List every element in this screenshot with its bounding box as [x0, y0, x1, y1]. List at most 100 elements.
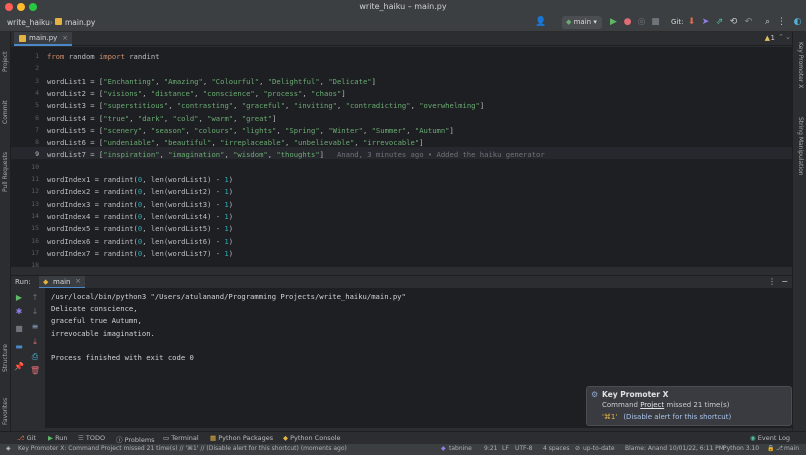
line-number[interactable]: 13	[13, 200, 39, 208]
git-blame[interactable]: Blame: Anand 10/01/22, 6:11 PM	[625, 445, 724, 452]
line-separator[interactable]: LF	[502, 445, 509, 452]
code-line[interactable]: wordIndex2 = randint(0, len(wordList2) -…	[47, 186, 233, 198]
string-manipulation-tool-tab[interactable]: String Manipulation	[797, 117, 804, 176]
code-line[interactable]: wordList1 = ["Enchanting", "Amazing", "C…	[47, 76, 376, 88]
scroll-up-icon[interactable]: ↑	[30, 293, 40, 303]
tab-main-py[interactable]: main.py ×	[14, 32, 72, 46]
add-user-icon[interactable]: 👤	[535, 17, 546, 28]
code-line[interactable]: wordList4 = ["true", "dark", "cold", "wa…	[47, 113, 276, 125]
line-number[interactable]: 4	[13, 89, 39, 97]
soft-wrap-icon[interactable]: ≡	[30, 322, 40, 332]
history-icon[interactable]: ⟲	[728, 17, 739, 28]
coverage-icon[interactable]: ◎	[636, 17, 647, 28]
line-number[interactable]: 7	[13, 126, 39, 134]
code-line[interactable]: wordList3 = ["superstitious", "contrasti…	[47, 100, 484, 112]
line-number[interactable]: 12	[13, 187, 39, 195]
previous-highlight-icon[interactable]: ⌃	[778, 33, 784, 41]
close-run-tab-icon[interactable]: ×	[75, 277, 81, 285]
pull-requests-tool-tab[interactable]: Pull Requests	[2, 152, 9, 192]
warning-icon[interactable]: ▲	[765, 34, 770, 42]
file-encoding[interactable]: UTF-8	[515, 445, 533, 452]
line-number[interactable]: 3	[13, 77, 39, 85]
commit-tool-tab[interactable]: Commit	[2, 100, 9, 124]
key-promoter-tool-tab[interactable]: Key Promoter X	[797, 42, 804, 88]
code-line[interactable]: wordIndex7 = randint(0, len(wordList7) -…	[47, 248, 233, 260]
stop-icon[interactable]: ■	[650, 17, 661, 28]
run-settings-icon[interactable]: ✱	[14, 307, 24, 317]
debug-icon[interactable]: ●	[622, 17, 633, 28]
line-number[interactable]: 11	[13, 175, 39, 183]
print-icon[interactable]: ⎙	[30, 352, 40, 362]
line-number[interactable]: 10	[13, 163, 39, 171]
git-update-icon[interactable]: ⬇	[686, 17, 697, 28]
code-line[interactable]: wordIndex3 = randint(0, len(wordList3) -…	[47, 199, 233, 211]
line-number[interactable]: 14	[13, 212, 39, 220]
python-interpreter[interactable]: Python 3.10	[723, 445, 759, 452]
layout-icon[interactable]: ▬	[14, 342, 24, 352]
code-line[interactable]: wordList2 = ["visions", "distance", "con…	[47, 88, 346, 100]
tool-tab-python-packages[interactable]: ▦ Python Packages	[210, 434, 273, 442]
minimize-window-button[interactable]	[17, 3, 25, 11]
code-line[interactable]: wordIndex4 = randint(0, len(wordList4) -…	[47, 211, 233, 223]
tool-tab-terminal[interactable]: ▭ Terminal	[163, 434, 199, 442]
search-icon[interactable]: ⌕	[762, 17, 773, 28]
vcs-status[interactable]: up-to-date	[583, 445, 615, 452]
rerun-icon[interactable]: ▶	[14, 293, 24, 303]
line-number[interactable]: 17	[13, 249, 39, 257]
rollback-icon[interactable]: ↶	[743, 17, 754, 28]
code-line[interactable]: wordIndex5 = randint(0, len(wordList5) -…	[47, 223, 233, 235]
tool-tab-git[interactable]: ⎇ Git	[17, 434, 36, 442]
line-number[interactable]: 18	[13, 261, 39, 267]
line-number[interactable]: 6	[13, 114, 39, 122]
run-config-selector[interactable]: ◆ main ▾	[562, 16, 602, 29]
project-link[interactable]: Project	[640, 401, 664, 409]
layers-icon[interactable]: ◈	[6, 445, 11, 452]
tabnine-status[interactable]: tabnine	[449, 445, 472, 452]
settings-icon[interactable]: ⋮	[776, 17, 787, 28]
git-commit-icon[interactable]: ➤	[700, 17, 711, 28]
stop-run-icon[interactable]: ■	[14, 324, 24, 334]
more-options-icon[interactable]: ⋮	[768, 277, 776, 286]
breadcrumb-file[interactable]: main.py	[65, 18, 95, 27]
scroll-down-icon[interactable]: ↓	[30, 307, 40, 317]
tool-tab-event-log[interactable]: ◉ Event Log	[750, 434, 790, 442]
close-window-button[interactable]	[5, 3, 13, 11]
line-number[interactable]: 9	[13, 150, 39, 158]
git-branch[interactable]: main	[784, 445, 799, 452]
indent-setting[interactable]: 4 spaces	[543, 445, 569, 452]
breadcrumb-project[interactable]: write_haiku	[7, 18, 50, 27]
pin-tab-icon[interactable]: 📌	[14, 362, 24, 372]
run-icon[interactable]: ▶	[608, 17, 619, 28]
project-tool-tab[interactable]: Project	[2, 51, 9, 72]
caret-position[interactable]: 9:21	[484, 445, 497, 452]
line-number[interactable]: 2	[13, 64, 39, 72]
maximize-window-button[interactable]	[29, 3, 37, 11]
code-line[interactable]: wordList6 = ["undeniable", "beautiful", …	[47, 137, 424, 149]
next-highlight-icon[interactable]: ⌄	[785, 33, 791, 41]
code-line[interactable]: wordIndex6 = randint(0, len(wordList6) -…	[47, 236, 233, 248]
tool-tab-problems[interactable]: ⓘ Problems	[116, 434, 155, 444]
structure-tool-tab[interactable]: Structure	[2, 344, 9, 372]
line-number[interactable]: 1	[13, 52, 39, 60]
lock-icon[interactable]: 🔒	[767, 445, 774, 452]
line-number[interactable]: 16	[13, 237, 39, 245]
hide-panel-icon[interactable]: −	[781, 277, 788, 286]
status-message[interactable]: Key Promoter X: Command Project missed 2…	[18, 445, 430, 452]
tool-tab-run[interactable]: ▶ Run	[48, 434, 68, 442]
jetbrains-toolbox-icon[interactable]: ◐	[792, 17, 803, 28]
code-line[interactable]: wordIndex1 = randint(0, len(wordList1) -…	[47, 174, 233, 186]
line-number[interactable]: 8	[13, 138, 39, 146]
tool-tab-python-console[interactable]: ◆ Python Console	[283, 434, 340, 442]
code-line[interactable]: wordList5 = ["scenery", "season", "colou…	[47, 125, 454, 137]
scroll-to-end-icon[interactable]: ⤓	[30, 337, 40, 347]
line-number[interactable]: 15	[13, 224, 39, 232]
tool-tab-todo[interactable]: ☰ TODO	[78, 434, 105, 442]
disable-alert-link[interactable]: (Disable alert for this shortcut)	[623, 413, 731, 421]
code-line[interactable]: from random import randint	[47, 51, 160, 63]
line-number[interactable]: 5	[13, 101, 39, 109]
clear-all-icon[interactable]: 🗑	[30, 366, 40, 376]
code-line[interactable]: wordList7 = ["inspiration", "imagination…	[47, 149, 545, 161]
git-push-icon[interactable]: ⇗	[714, 17, 725, 28]
favorites-tool-tab[interactable]: Favorites	[2, 398, 9, 425]
close-tab-icon[interactable]: ×	[62, 32, 68, 44]
